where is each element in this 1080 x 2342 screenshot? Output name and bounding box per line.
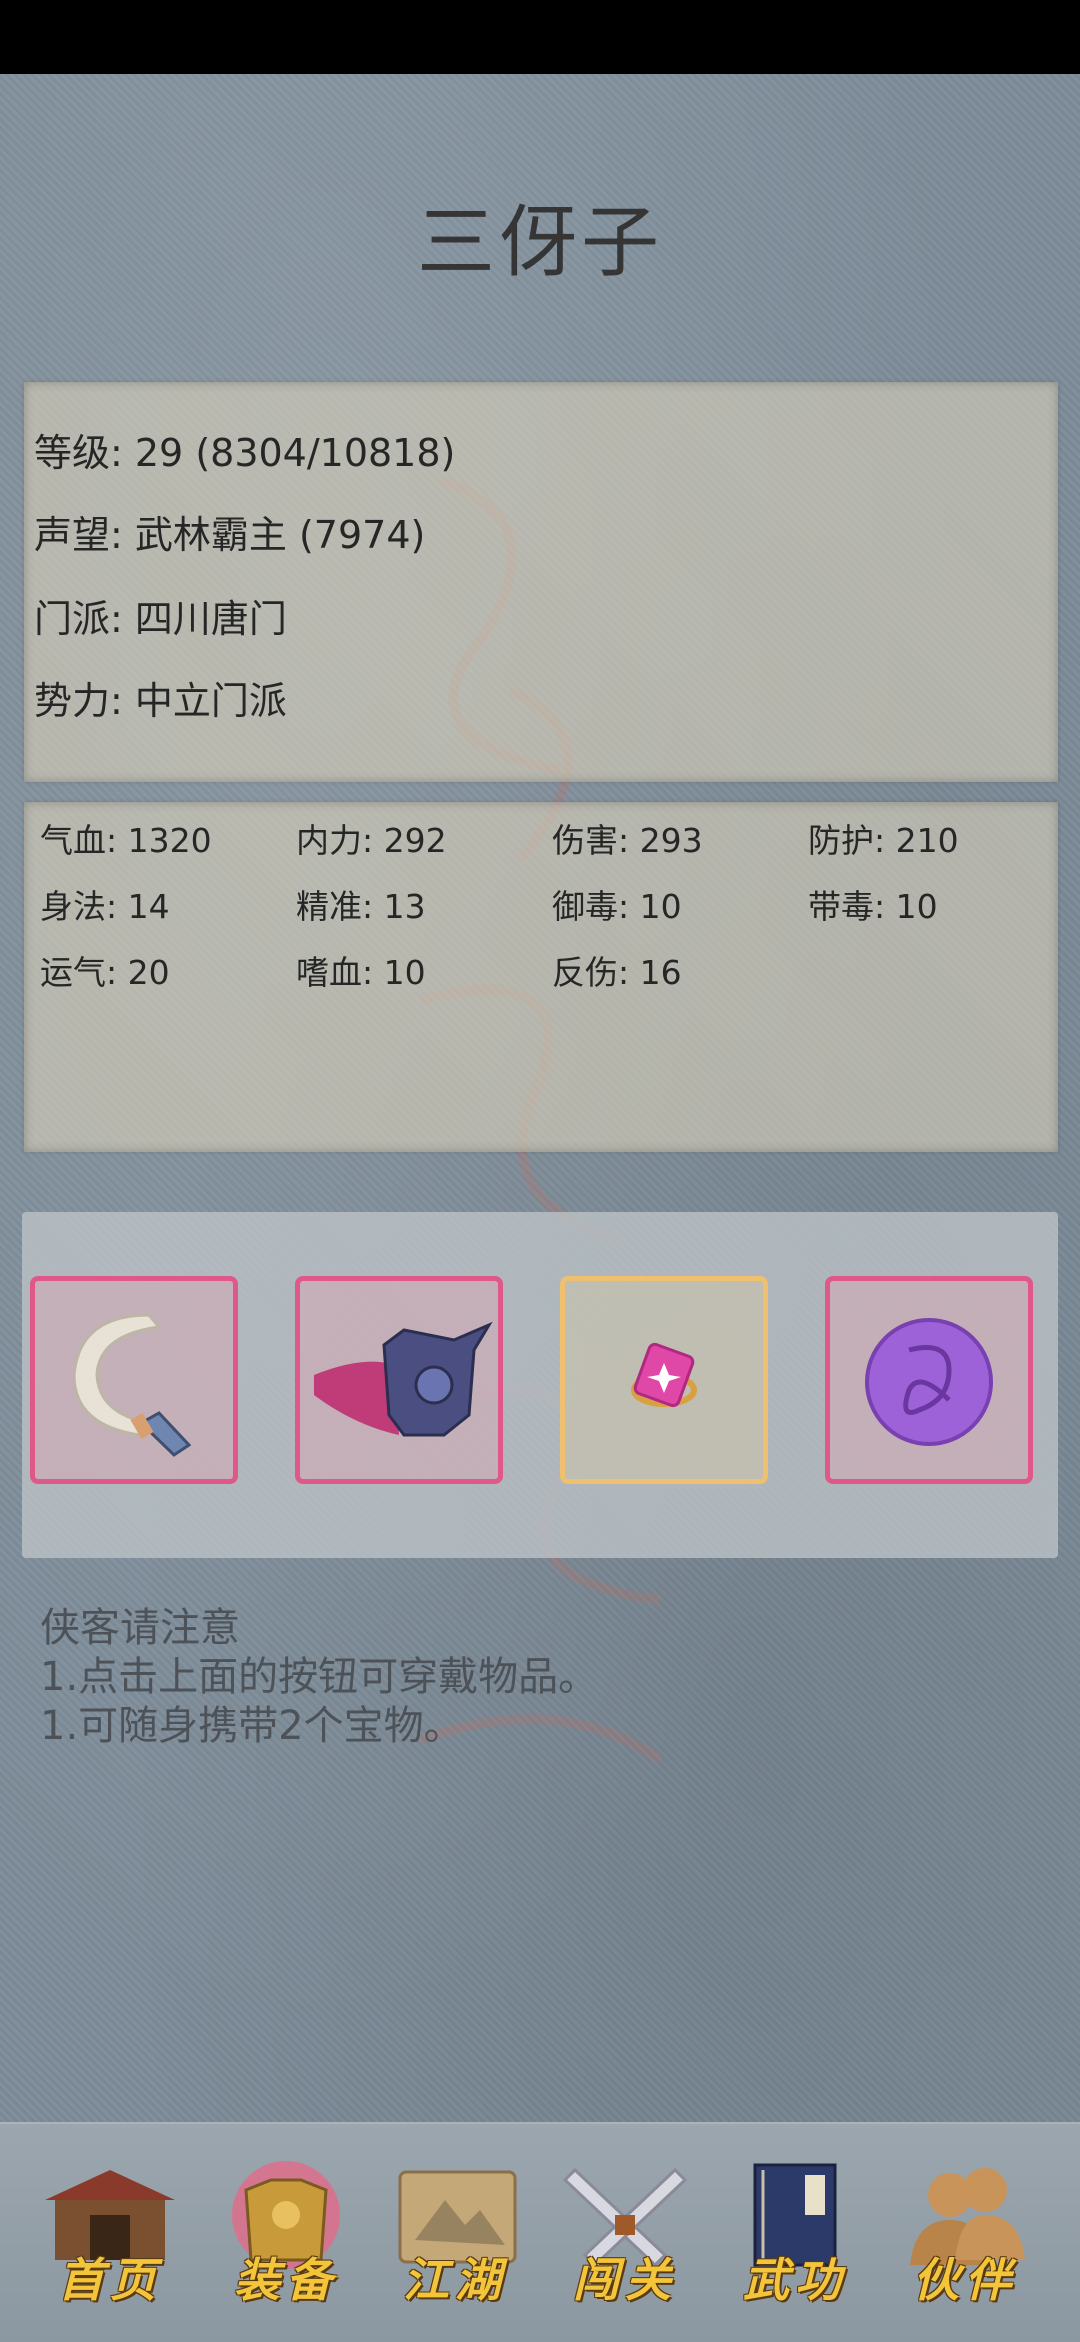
stat-defense: 防护: 210 xyxy=(808,821,959,860)
nav-partners-label: 伙伴 xyxy=(913,2253,1017,2307)
stat-luck: 运气: 20 xyxy=(40,953,170,992)
caped-armor-icon xyxy=(314,1321,493,1437)
sect-text: 门派: 四川唐门 xyxy=(34,597,287,641)
notice-title: 侠客请注意 xyxy=(40,1605,240,1651)
notice-line-1: 1.点击上面的按钮可穿戴物品。 xyxy=(40,1654,599,1700)
notice-box: 侠客请注意 1.点击上面的按钮可穿戴物品。 1.可随身携带2个宝物。 xyxy=(40,1604,598,1751)
nav-home[interactable]: 首页 xyxy=(40,2160,180,2310)
level-text: 等级: 29 (8304/10818) xyxy=(34,431,456,475)
nav-challenge[interactable]: 闯关 xyxy=(555,2160,695,2310)
nav-equipment-label: 装备 xyxy=(234,2253,338,2307)
reputation-text: 声望: 武林霸主 (7974) xyxy=(34,513,426,557)
stat-agility: 身法: 14 xyxy=(40,887,170,926)
equip-slot-armor[interactable] xyxy=(295,1276,503,1484)
stat-reflect: 反伤: 16 xyxy=(552,953,682,992)
equip-slot-ring[interactable] xyxy=(560,1276,768,1484)
stat-poison-resist: 御毒: 10 xyxy=(552,887,682,926)
stat-accuracy: 精准: 13 xyxy=(296,887,426,926)
stat-inner-power: 内力: 292 xyxy=(296,821,447,860)
notice-line-2: 1.可随身携带2个宝物。 xyxy=(40,1703,464,1749)
equipment-panel xyxy=(22,1212,1058,1558)
stat-bloodthirst: 嗜血: 10 xyxy=(296,953,426,992)
nav-challenge-label: 闯关 xyxy=(573,2253,677,2307)
attribute-stats-panel: 气血: 1320 内力: 292 伤害: 293 防护: 210 身法: 14 … xyxy=(24,802,1058,1152)
purple-orb-icon xyxy=(865,1318,993,1446)
bottom-nav-bar: 首页 装备 江湖 闯关 武功 伙伴 xyxy=(0,2122,1080,2342)
nav-martial-arts[interactable]: 武功 xyxy=(725,2160,865,2310)
stat-hp: 气血: 1320 xyxy=(40,821,212,860)
nav-equipment[interactable]: 装备 xyxy=(216,2160,356,2310)
curved-blade-icon xyxy=(72,1313,192,1457)
nav-home-label: 首页 xyxy=(58,2253,162,2307)
character-info-panel: 等级: 29 (8304/10818) 声望: 武林霸主 (7974) 门派: … xyxy=(24,382,1058,782)
nav-jianghu[interactable]: 江湖 xyxy=(385,2160,525,2310)
faction-text: 势力: 中立门派 xyxy=(34,679,287,723)
character-name: 三伢子 xyxy=(416,198,663,288)
equip-slot-weapon[interactable] xyxy=(30,1276,238,1484)
nav-martial-arts-label: 武功 xyxy=(743,2253,847,2307)
pink-ring-icon xyxy=(631,1342,697,1408)
status-bar xyxy=(0,0,1080,74)
nav-jianghu-label: 江湖 xyxy=(403,2253,507,2307)
stat-poison: 带毒: 10 xyxy=(808,887,938,926)
equip-slot-treasure[interactable] xyxy=(825,1276,1033,1484)
stat-damage: 伤害: 293 xyxy=(552,821,703,860)
nav-partners[interactable]: 伙伴 xyxy=(895,2160,1035,2310)
